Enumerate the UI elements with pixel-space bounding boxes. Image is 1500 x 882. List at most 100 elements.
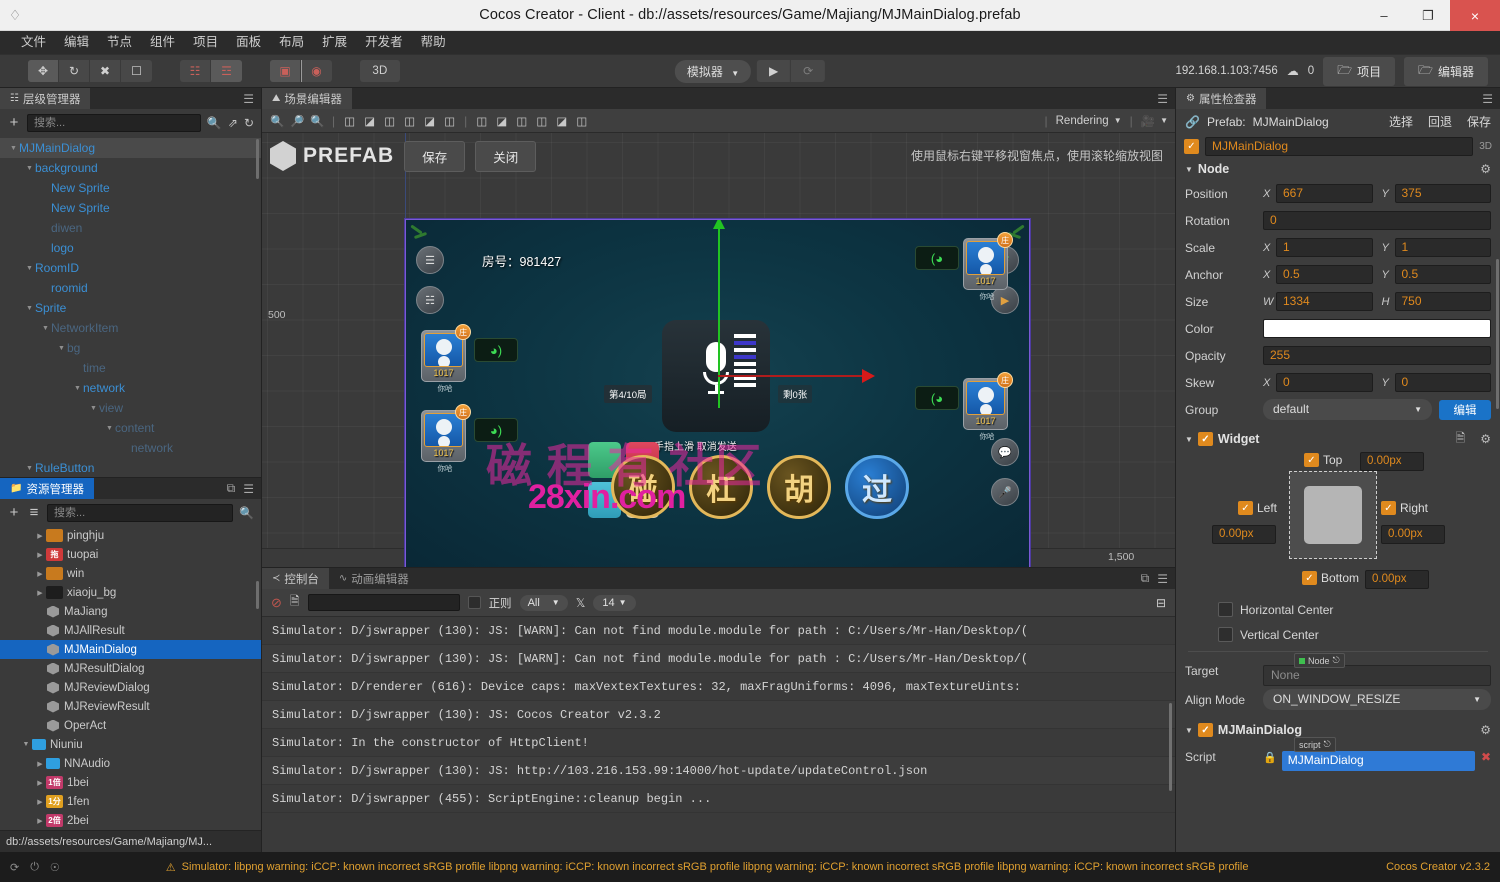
hierarchy-node[interactable]: ▼bg bbox=[0, 338, 261, 358]
action-button-guo[interactable]: 过 bbox=[845, 455, 909, 519]
zoom-fit-icon[interactable]: 🔍 bbox=[309, 114, 326, 128]
disclosure-triangle-icon[interactable]: ▼ bbox=[88, 405, 99, 412]
align-right-icon[interactable]: ◫ bbox=[381, 114, 398, 128]
project-open-button[interactable]: 🗁 项目 bbox=[1323, 57, 1395, 86]
scale-tool-icon[interactable]: ✖ bbox=[90, 60, 121, 82]
refresh-icon[interactable]: ↻ bbox=[244, 116, 254, 130]
assets-search-input[interactable]: 搜索... bbox=[47, 504, 233, 522]
right-checkbox[interactable]: ✓ bbox=[1381, 501, 1396, 515]
play-button[interactable]: ▶ bbox=[757, 60, 791, 82]
disclosure-triangle-icon[interactable]: ▼ bbox=[24, 305, 35, 312]
widget-right-input[interactable]: 0.00px bbox=[1381, 525, 1445, 544]
menu-item-developer[interactable]: 开发者 bbox=[356, 31, 412, 54]
plug-icon[interactable]: ⏻ bbox=[30, 861, 39, 874]
tab-animation-editor[interactable]: ∿ 动画编辑器 bbox=[329, 568, 419, 589]
menu-button[interactable]: ☰ bbox=[416, 246, 444, 274]
remove-script-icon[interactable]: ✖ bbox=[1481, 750, 1491, 764]
maximize-button[interactable]: ❐ bbox=[1406, 0, 1450, 31]
widget-bottom-toggle[interactable]: ✓ Bottom bbox=[1302, 571, 1359, 585]
hierarchy-node[interactable]: New Sprite bbox=[0, 178, 261, 198]
hierarchy-node[interactable]: ▼Sprite bbox=[0, 298, 261, 318]
pivot-center-icon[interactable]: ☷ bbox=[180, 60, 211, 82]
simulator-select[interactable]: 模拟器 ▼ bbox=[675, 60, 751, 83]
hierarchy-node[interactable]: ▼RoomID bbox=[0, 258, 261, 278]
group-select[interactable]: default ▼ bbox=[1263, 399, 1432, 420]
hierarchy-node[interactable]: ▼RuleButton bbox=[0, 458, 261, 477]
disclosure-triangle-icon[interactable]: ▼ bbox=[24, 265, 35, 272]
hierarchy-node[interactable]: ▼view bbox=[0, 398, 261, 418]
console-log-row[interactable]: Simulator: D/jswrapper (130): JS: [WARN]… bbox=[262, 645, 1175, 673]
menu-item-component[interactable]: 组件 bbox=[141, 31, 184, 54]
tab-console[interactable]: ≺ 控制台 bbox=[262, 568, 329, 589]
scene-menu-icon[interactable]: ☰ bbox=[1157, 92, 1168, 106]
left-checkbox[interactable]: ✓ bbox=[1238, 501, 1253, 515]
menu-item-help[interactable]: 帮助 bbox=[412, 31, 455, 54]
skew-y-input[interactable]: 0 bbox=[1395, 373, 1492, 392]
disclosure-triangle-icon[interactable]: ▶ bbox=[34, 570, 46, 578]
align-hcenter-icon[interactable]: ◪ bbox=[361, 114, 378, 128]
hierarchy-node[interactable]: time bbox=[0, 358, 261, 378]
component-enable-checkbox[interactable]: ✓ bbox=[1198, 723, 1213, 737]
disclosure-triangle-icon[interactable]: ▼ bbox=[20, 741, 32, 748]
asset-item[interactable]: ▼Niuniu bbox=[0, 735, 261, 754]
align-mode-select[interactable]: ON_WINDOW_RESIZE ▼ bbox=[1263, 689, 1491, 710]
node-3d-badge[interactable]: 3D bbox=[1479, 141, 1492, 152]
distribute-h-icon[interactable]: ◫ bbox=[473, 114, 490, 128]
prefab-save-button[interactable]: 保存 bbox=[404, 141, 465, 172]
console-menu-icon[interactable]: ☰ bbox=[1157, 572, 1168, 586]
tab-hierarchy[interactable]: ☷ 层级管理器 bbox=[0, 88, 90, 109]
assets-menu-icon[interactable]: ☰ bbox=[243, 482, 254, 496]
hierarchy-node[interactable]: diwen bbox=[0, 218, 261, 238]
console-log-row[interactable]: Simulator: D/renderer (616): Device caps… bbox=[262, 673, 1175, 701]
color-swatch[interactable] bbox=[1263, 319, 1491, 338]
widget-top-input[interactable]: 0.00px bbox=[1360, 452, 1424, 471]
size-width-icon[interactable]: ◪ bbox=[553, 114, 570, 128]
coord-local-icon[interactable]: ▣ bbox=[270, 60, 301, 82]
search-icon[interactable]: 🔍 bbox=[239, 506, 254, 520]
asset-item[interactable]: ▶win bbox=[0, 564, 261, 583]
disclosure-triangle-icon[interactable]: ▼ bbox=[24, 165, 35, 172]
widget-section-header[interactable]: ▼ ✓ Widget 🗎 ⚙ bbox=[1176, 428, 1500, 450]
gear-icon[interactable]: ⚙ bbox=[1480, 723, 1491, 737]
align-left-icon[interactable]: ◫ bbox=[341, 114, 358, 128]
hierarchy-node[interactable]: ▼content bbox=[0, 418, 261, 438]
anchor-x-input[interactable]: 0.5 bbox=[1276, 265, 1373, 284]
horizontal-center-row[interactable]: Horizontal Center bbox=[1176, 597, 1500, 622]
prefab-close-button[interactable]: 关闭 bbox=[475, 141, 536, 172]
disclosure-triangle-icon[interactable]: ▼ bbox=[40, 325, 51, 332]
group-edit-button[interactable]: 编辑 bbox=[1439, 400, 1491, 420]
hierarchy-node[interactable]: New Sprite bbox=[0, 198, 261, 218]
console-popout-icon[interactable]: ⧉ bbox=[1141, 571, 1150, 586]
position-x-input[interactable]: 667 bbox=[1276, 184, 1373, 203]
refresh-button[interactable]: ⟳ bbox=[791, 60, 825, 82]
vertical-center-row[interactable]: Vertical Center bbox=[1176, 622, 1500, 647]
asset-item[interactable]: ▶1倍1bei bbox=[0, 773, 261, 792]
menu-item-layout[interactable]: 布局 bbox=[270, 31, 313, 54]
component-section-header[interactable]: ▼ ✓ MJMainDialog ⚙ bbox=[1176, 719, 1500, 741]
asset-item[interactable]: MaJiang bbox=[0, 602, 261, 621]
sync-icon[interactable]: ⟳ bbox=[10, 861, 19, 874]
rect-tool-icon[interactable]: ☐ bbox=[121, 60, 152, 82]
console-log-row[interactable]: Simulator: D/jswrapper (455): ScriptEngi… bbox=[262, 785, 1175, 813]
widget-left-input[interactable]: 0.00px bbox=[1212, 525, 1276, 544]
hierarchy-node[interactable]: ▼NetworkItem bbox=[0, 318, 261, 338]
skew-x-input[interactable]: 0 bbox=[1276, 373, 1373, 392]
menu-item-file[interactable]: 文件 bbox=[12, 31, 55, 54]
script-input[interactable]: MJMainDialog bbox=[1282, 751, 1475, 771]
menu-item-extension[interactable]: 扩展 bbox=[313, 31, 356, 54]
asset-item[interactable]: MJMainDialog bbox=[0, 640, 261, 659]
disclosure-triangle-icon[interactable]: ▶ bbox=[34, 551, 46, 559]
align-top-icon[interactable]: ◫ bbox=[401, 114, 418, 128]
disclosure-triangle-icon[interactable]: ▶ bbox=[34, 760, 46, 768]
bottom-checkbox[interactable]: ✓ bbox=[1302, 571, 1317, 585]
disclosure-triangle-icon[interactable]: ▶ bbox=[34, 817, 46, 825]
asset-item[interactable]: OperAct bbox=[0, 716, 261, 735]
disclosure-triangle-icon[interactable]: ▼ bbox=[24, 465, 35, 472]
asset-item[interactable]: ▶xiaoju_bg bbox=[0, 583, 261, 602]
scene-viewport[interactable]: 500 0 0 500 1,000 1,500 PREFAB 保存 关闭 使用 bbox=[262, 133, 1175, 567]
log-level-dropdown[interactable]: All ▼ bbox=[520, 595, 568, 611]
console-filter-input[interactable] bbox=[308, 594, 460, 611]
console-log-row[interactable]: Simulator: In the constructor of HttpCli… bbox=[262, 729, 1175, 757]
assets-popout-icon[interactable]: ⧉ bbox=[227, 481, 236, 496]
widget-left-toggle[interactable]: ✓ Left bbox=[1238, 501, 1277, 515]
